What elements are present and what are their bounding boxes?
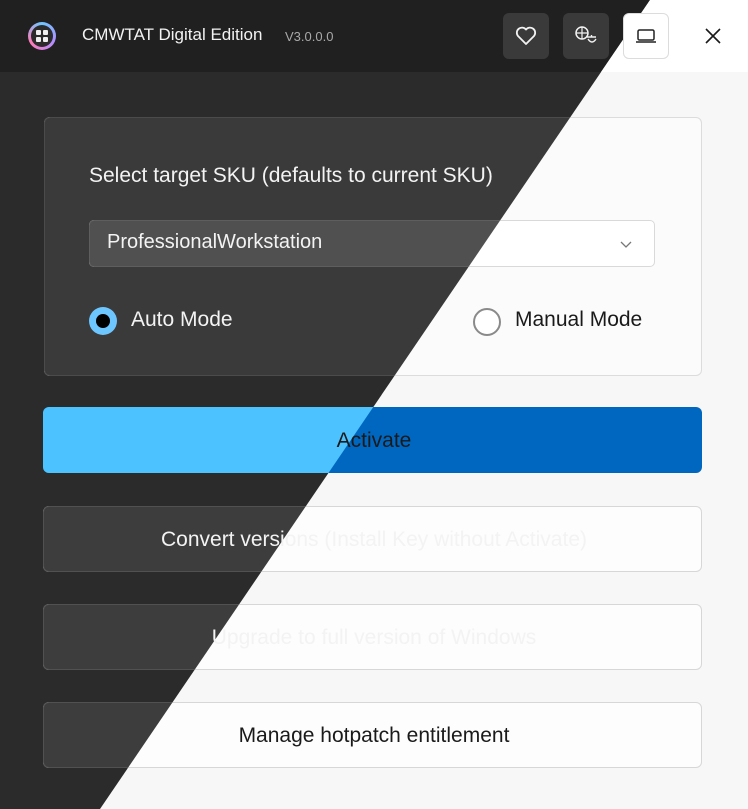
close-button[interactable] (690, 13, 736, 59)
laptop-icon (636, 29, 656, 43)
convert-label: Convert versions (Install Key without Ac… (160, 528, 587, 551)
sku-select-value: ProfessionalWorkstation (107, 231, 323, 253)
upgrade-label: Upgrade to full version of Windows (211, 626, 537, 649)
activate-label: Activate (336, 429, 412, 452)
app-window: CMWTAT Digital Edition V3.0.0.0 Select t… (0, 0, 748, 809)
app-title: CMWTAT Digital Edition (82, 25, 263, 44)
close-icon (705, 28, 721, 44)
title-bar: CMWTAT Digital Edition V3.0.0.0 (0, 0, 748, 72)
manual-mode-radio[interactable] (473, 308, 501, 336)
heart-icon (515, 26, 537, 45)
app-logo-icon (28, 22, 56, 50)
sku-label: Select target SKU (defaults to current S… (89, 164, 493, 187)
manual-mode-label[interactable]: Manual Mode (515, 308, 642, 332)
auto-mode-label[interactable]: Auto Mode (131, 308, 233, 332)
app-version: V3.0.0.0 (285, 29, 334, 44)
favorite-button[interactable] (503, 13, 549, 59)
language-button[interactable] (563, 13, 609, 59)
translate-icon (575, 26, 597, 43)
hotpatch-label: Manage hotpatch entitlement (238, 724, 510, 747)
device-button[interactable] (623, 13, 669, 59)
chevron-down-icon (620, 241, 632, 248)
auto-mode-radio[interactable] (89, 307, 117, 335)
